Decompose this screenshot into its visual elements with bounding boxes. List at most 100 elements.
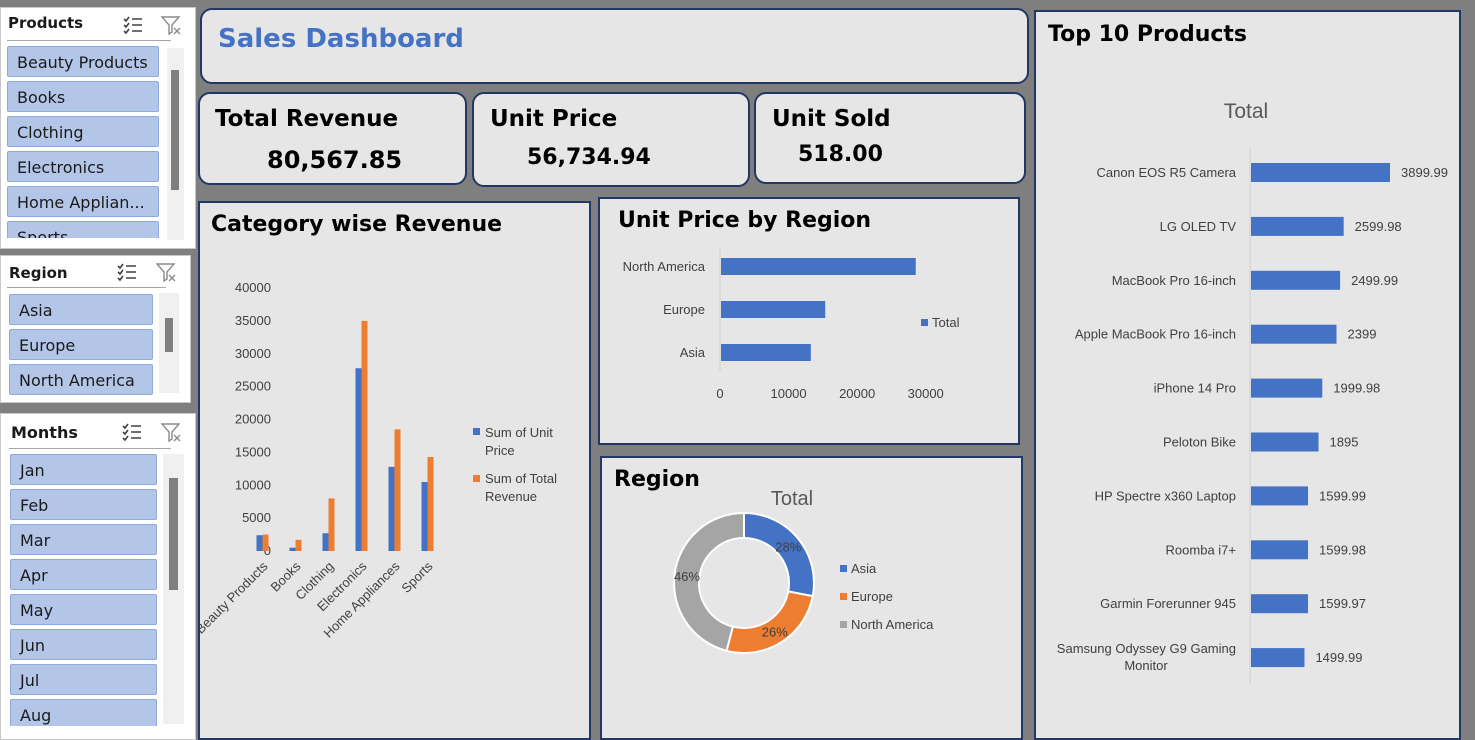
slicer-item-jul[interactable]: Jul	[10, 664, 157, 695]
products-slicer: Products Beauty Products Books Clothing …	[0, 7, 196, 249]
y-tick-label: Garmin Forerunner 945	[1100, 596, 1236, 611]
data-label: 1895	[1330, 435, 1359, 450]
category-revenue-panel: Category wise Revenue 050001000015000200…	[198, 201, 591, 740]
y-tick-label: Asia	[680, 345, 706, 360]
bar	[328, 498, 335, 551]
bar	[1251, 270, 1341, 290]
y-tick-label: HP Spectre x360 Laptop	[1095, 488, 1236, 503]
data-label: 1599.97	[1319, 596, 1366, 611]
slicer-item-feb[interactable]: Feb	[10, 489, 157, 520]
slicer-item-books[interactable]: Books	[7, 81, 159, 112]
legend-label: Asia	[851, 561, 877, 576]
y-tick-label: Samsung Odyssey G9 Gaming	[1057, 641, 1236, 656]
clear-filter-icon[interactable]	[154, 260, 178, 284]
legend-swatch	[840, 593, 847, 600]
legend-label: Total	[932, 315, 960, 330]
slicer-item-electronics[interactable]: Electronics	[7, 151, 159, 182]
clear-filter-icon[interactable]	[159, 420, 183, 444]
slicer-item-apr[interactable]: Apr	[10, 559, 157, 590]
clear-filter-icon[interactable]	[159, 13, 183, 37]
bar	[361, 320, 368, 551]
slicer-item-north-america[interactable]: North America	[9, 364, 153, 395]
products-slicer-divider	[7, 40, 171, 41]
months-slicer-title: Months	[11, 423, 78, 442]
slicer-item-jun[interactable]: Jun	[10, 629, 157, 660]
bar	[1251, 486, 1309, 506]
legend-swatch	[921, 319, 928, 326]
data-label: 28%	[775, 539, 801, 554]
y-tick-label: LG OLED TV	[1160, 219, 1237, 234]
bar	[256, 535, 263, 551]
legend-label: Price	[485, 443, 515, 458]
data-label: 2599.98	[1355, 219, 1402, 234]
months-scrollbar-thumb[interactable]	[169, 478, 178, 590]
bar	[1251, 540, 1309, 560]
bar	[1251, 594, 1309, 614]
multi-select-icon[interactable]	[115, 260, 139, 284]
months-list: Jan Feb Mar Apr May Jun Jul Aug	[10, 454, 160, 726]
legend-label: Europe	[851, 589, 893, 604]
legend-swatch	[840, 621, 847, 628]
data-label: 1999.98	[1333, 381, 1380, 396]
data-label: 1599.98	[1319, 542, 1366, 557]
bar	[721, 344, 811, 361]
data-label: 2499.99	[1351, 273, 1398, 288]
slicer-item-europe[interactable]: Europe	[9, 329, 153, 360]
donut-slice	[725, 590, 814, 654]
region-scrollbar-thumb[interactable]	[165, 318, 173, 352]
products-scrollbar-thumb[interactable]	[171, 70, 179, 190]
slicer-item-jan[interactable]: Jan	[10, 454, 157, 485]
slicer-item-mar[interactable]: Mar	[10, 524, 157, 555]
unit-price-region-panel: Unit Price by Region North America Europe…	[598, 197, 1020, 445]
data-label: 1499.99	[1315, 650, 1362, 665]
bar	[1251, 378, 1323, 398]
y-tick-label: iPhone 14 Pro	[1154, 381, 1236, 396]
y-tick-label: 10000	[235, 477, 271, 492]
slicer-item-home-appliances[interactable]: Home Applian...	[7, 186, 159, 217]
multi-select-icon[interactable]	[121, 13, 145, 37]
x-tick-label: 10000	[770, 386, 806, 401]
bar	[1251, 432, 1319, 452]
months-slicer: Months Jan Feb Mar Apr May Jun Jul Aug	[0, 413, 196, 740]
slicer-item-sports[interactable]: Sports	[7, 221, 159, 238]
slicer-item-beauty-products[interactable]: Beauty Products	[7, 46, 159, 77]
y-tick-label: Apple MacBook Pro 16-inch	[1075, 327, 1236, 342]
bar	[1251, 324, 1337, 344]
slicer-item-clothing[interactable]: Clothing	[7, 116, 159, 147]
kpi-unit-price: Unit Price 56,734.94	[472, 92, 750, 187]
y-tick-label: 35000	[235, 313, 271, 328]
chart-title: Total	[1224, 100, 1268, 123]
kpi-value: 518.00	[798, 142, 883, 167]
x-tick-label: Beauty Products	[200, 558, 271, 636]
multi-select-icon[interactable]	[120, 420, 144, 444]
bar	[262, 534, 269, 551]
data-label: 3899.99	[1401, 165, 1448, 180]
region-donut-chart: Total 28% 26% 46% Asia Europe North America	[673, 488, 934, 654]
y-tick-label: MacBook Pro 16-inch	[1112, 273, 1236, 288]
products-slicer-title: Products	[8, 14, 84, 32]
bar	[1251, 216, 1344, 236]
bar	[427, 456, 434, 551]
top-products-chart: Total 3899.99 Canon EOS R5 Camera 2599.98 LG…	[1057, 100, 1448, 684]
y-tick-label: 40000	[235, 280, 271, 295]
region-slicer-divider	[7, 287, 166, 288]
kpi-total-revenue: Total Revenue 80,567.85	[198, 92, 467, 185]
legend-label: Sum of Total	[485, 471, 557, 486]
bar	[388, 466, 395, 551]
bar	[1251, 648, 1305, 668]
category-revenue-chart: 0500010000150002000025000300003500040000…	[200, 280, 557, 641]
legend-label: Revenue	[485, 489, 537, 504]
bar	[421, 481, 428, 551]
legend-label: North America	[851, 617, 934, 632]
bar	[322, 533, 329, 551]
slicer-item-asia[interactable]: Asia	[9, 294, 153, 325]
slicer-item-aug[interactable]: Aug	[10, 699, 157, 726]
y-tick-label: 15000	[235, 444, 271, 459]
bar	[355, 368, 362, 551]
bar	[295, 539, 302, 551]
unit-price-region-chart: North America Europe Asia 0 10000 20000 30000 T…	[623, 249, 960, 401]
x-tick-label: Sports	[398, 558, 436, 596]
top-products-panel: Top 10 Products Total 3899.99 Canon EOS R5…	[1034, 10, 1461, 740]
y-tick-label: North America	[623, 259, 706, 274]
slicer-item-may[interactable]: May	[10, 594, 157, 625]
